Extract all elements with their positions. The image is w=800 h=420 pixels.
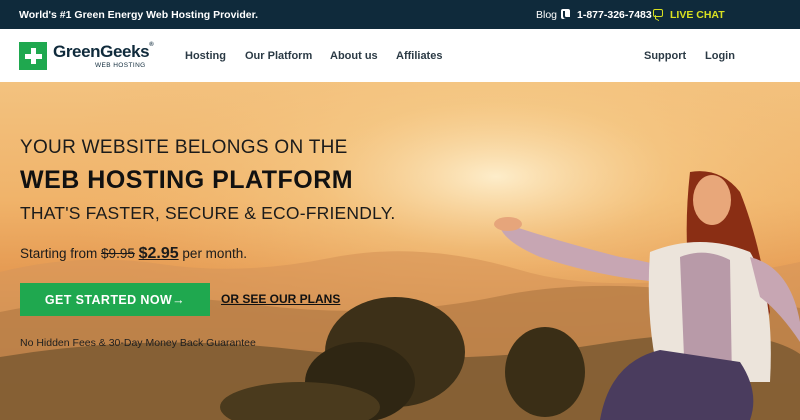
logo-name: GreenGeeks (53, 42, 150, 61)
pricing-text: Starting from $9.95 $2.95 per month. (20, 245, 247, 263)
nav-item-affiliates[interactable]: Affiliates (396, 50, 442, 62)
live-chat-link[interactable]: LIVE CHAT (670, 9, 725, 21)
logo-registered-mark: ® (149, 42, 154, 48)
hero-headline-line1: YOUR WEBSITE BELONGS ON THE (20, 137, 348, 158)
see-plans-link[interactable]: OR SEE OUR PLANS (221, 292, 340, 306)
nav-item-our-platform[interactable]: Our Platform (245, 50, 312, 62)
price-old: $9.95 (101, 246, 135, 261)
chat-icon (653, 9, 663, 17)
top-bar: World's #1 Green Energy Web Hosting Prov… (0, 0, 800, 29)
logo-subtitle: WEB HOSTING (95, 62, 146, 69)
blog-link[interactable]: Blog (536, 9, 557, 21)
greengeeks-logo-icon[interactable] (19, 42, 47, 70)
hero-headline-line3: THAT'S FASTER, SECURE & ECO-FRIENDLY. (20, 203, 396, 223)
nav-item-login[interactable]: Login (705, 50, 735, 62)
price-suffix: per month. (182, 246, 247, 261)
nav-item-support[interactable]: Support (644, 50, 686, 62)
nav-item-hosting[interactable]: Hosting (185, 50, 226, 62)
hero-banner: YOUR WEBSITE BELONGS ON THE WEB HOSTING … (0, 82, 800, 420)
logo-text[interactable]: GreenGeeks® (53, 42, 154, 62)
get-started-button[interactable]: GET STARTED NOW→ (20, 283, 210, 316)
guarantee-text: No Hidden Fees & 30-Day Money Back Guara… (20, 337, 256, 349)
phone-number[interactable]: 1-877-326-7483 (577, 9, 652, 21)
price-new: $2.95 (138, 245, 179, 262)
price-prefix: Starting from (20, 246, 98, 261)
tagline: World's #1 Green Energy Web Hosting Prov… (19, 9, 259, 21)
hero-headline-line2: WEB HOSTING PLATFORM (20, 166, 354, 194)
phone-icon (561, 9, 570, 19)
nav-item-about-us[interactable]: About us (330, 50, 378, 62)
main-nav: GreenGeeks® WEB HOSTING Hosting Our Plat… (0, 29, 800, 82)
